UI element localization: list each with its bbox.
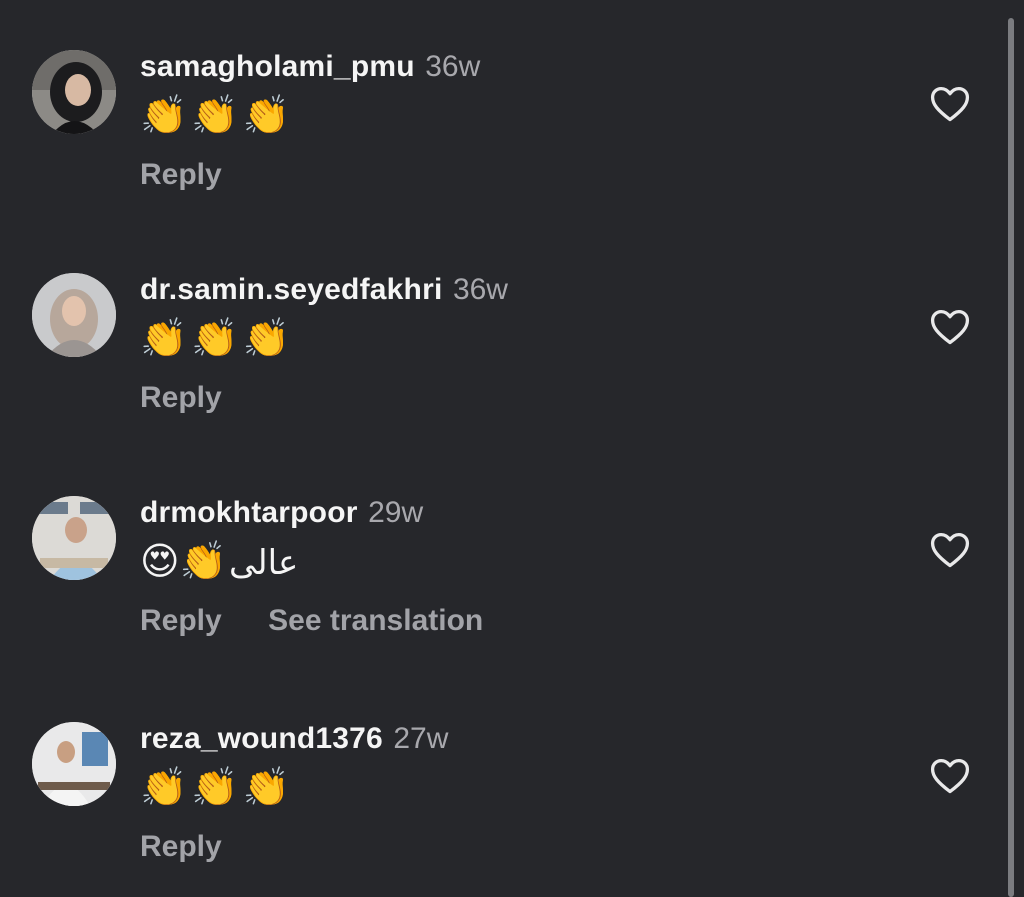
comment-farsi-text: عالی xyxy=(228,543,299,583)
comment-actions: Reply See translation xyxy=(140,604,525,638)
comment-item: drmokhtarpoor 29w 😍👏عالی Reply See trans… xyxy=(0,496,1000,696)
username-link[interactable]: dr.samin.seyedfakhri xyxy=(140,273,442,306)
heart-outline-icon[interactable] xyxy=(928,305,972,349)
comment-text: 😍👏عالی xyxy=(140,536,298,589)
comment-item: samagholami_pmu 36w 👏👏👏 Reply xyxy=(0,50,1000,250)
comment-header: dr.samin.seyedfakhri 36w xyxy=(140,273,508,307)
comment-item: dr.samin.seyedfakhri 36w 👏👏👏 Reply xyxy=(0,273,1000,473)
avatar[interactable] xyxy=(32,722,116,806)
comment-actions: Reply xyxy=(140,830,264,864)
comment-emoji: 👏👏👏 xyxy=(140,767,294,809)
comment-header: drmokhtarpoor 29w xyxy=(140,496,423,530)
comments-screen: samagholami_pmu 36w 👏👏👏 Reply dr.samin.s… xyxy=(0,0,1024,897)
username-link[interactable]: samagholami_pmu xyxy=(140,50,415,83)
reply-button[interactable]: Reply xyxy=(140,381,222,414)
comment-emoji: 👏👏👏 xyxy=(140,95,294,137)
comment-time: 27w xyxy=(393,722,449,755)
comment-header: reza_wound1376 27w xyxy=(140,722,448,756)
heart-outline-icon[interactable] xyxy=(928,528,972,572)
comment-time: 29w xyxy=(368,496,424,529)
comment-actions: Reply xyxy=(140,381,264,415)
comment-actions: Reply xyxy=(140,158,264,192)
comment-time: 36w xyxy=(425,50,481,83)
reply-button[interactable]: Reply xyxy=(140,158,222,191)
heart-outline-icon[interactable] xyxy=(928,754,972,798)
reply-button[interactable]: Reply xyxy=(140,830,222,863)
reply-button[interactable]: Reply xyxy=(140,604,222,637)
comment-time: 36w xyxy=(452,273,508,306)
comment-header: samagholami_pmu 36w xyxy=(140,50,480,84)
comment-text: 👏👏👏 xyxy=(140,762,294,814)
comment-emoji: 👏👏👏 xyxy=(140,318,294,360)
avatar[interactable] xyxy=(32,273,116,357)
heart-outline-icon[interactable] xyxy=(928,82,972,126)
scrollbar[interactable] xyxy=(1008,18,1014,897)
see-translation-button[interactable]: See translation xyxy=(268,604,483,637)
comment-item: reza_wound1376 27w 👏👏👏 Reply xyxy=(0,722,1000,897)
comment-emoji: 😍👏 xyxy=(140,541,227,583)
comment-text: 👏👏👏 xyxy=(140,90,294,142)
avatar[interactable] xyxy=(32,50,116,134)
username-link[interactable]: drmokhtarpoor xyxy=(140,496,358,529)
username-link[interactable]: reza_wound1376 xyxy=(140,722,383,755)
comment-text: 👏👏👏 xyxy=(140,313,294,365)
avatar[interactable] xyxy=(32,496,116,580)
